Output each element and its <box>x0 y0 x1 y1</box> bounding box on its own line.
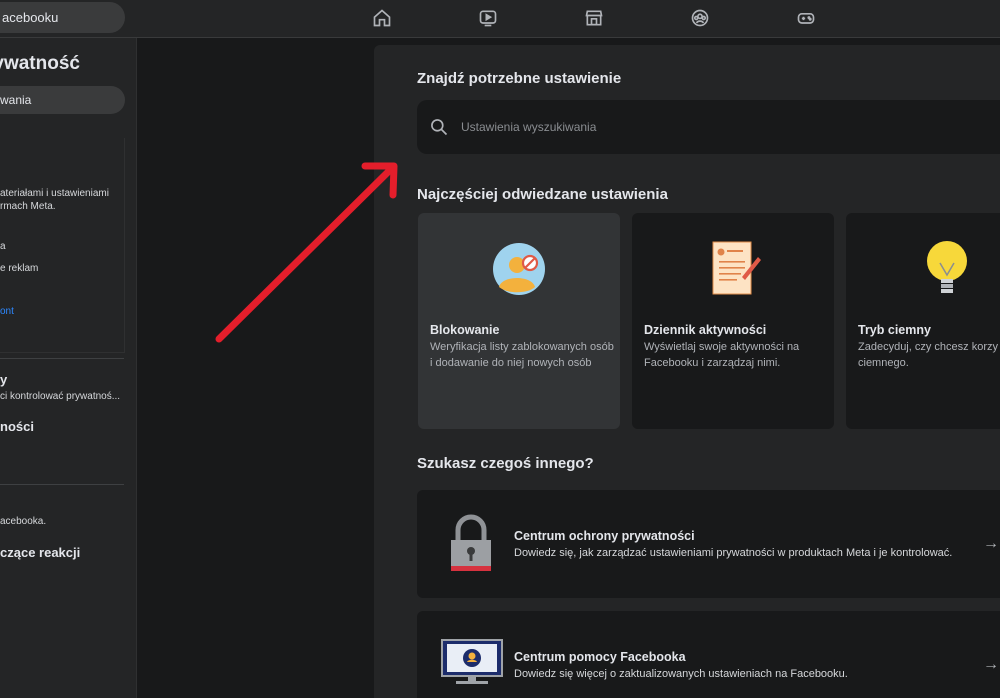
card-description: Weryfikacja listy zablokowanych osób i d… <box>430 341 614 369</box>
groups-icon[interactable] <box>688 6 712 30</box>
sidebar-card-text: e reklam <box>0 263 39 274</box>
settings-sidebar: rywatność wania ateriałami i ustawieniam… <box>0 38 137 698</box>
card-description: Wyświetlaj swoje aktywności na Facebooku… <box>644 341 800 369</box>
card-title: Dziennik aktywności <box>644 323 767 337</box>
card-activity-log[interactable]: Dziennik aktywności Wyświetlaj swoje akt… <box>632 213 834 429</box>
arrow-right-icon: → <box>983 656 999 673</box>
sidebar-card-text: a <box>0 241 6 252</box>
sidebar-title: rywatność <box>0 53 80 74</box>
facebook-search-input[interactable]: acebooku <box>0 2 125 33</box>
top-navigation-bar: acebooku <box>0 0 1000 38</box>
settings-search-field[interactable]: Ustawienia wyszukiwania <box>417 100 1000 154</box>
sidebar-divider <box>0 484 124 485</box>
padlock-icon <box>451 514 491 571</box>
sidebar-search-input[interactable]: wania <box>0 86 125 114</box>
lightbulb-icon <box>927 241 967 293</box>
help-center-row[interactable]: Centrum pomocy Facebooka Dowiedz się wię… <box>417 611 1000 698</box>
row-description: Dowiedz się więcej o zaktualizowanych us… <box>514 668 848 680</box>
sidebar-section-title[interactable]: ności <box>0 419 34 434</box>
sidebar-divider <box>0 358 124 359</box>
card-description: Zadecyduj, czy chcesz korzy trybu ciemne… <box>858 341 1000 369</box>
arrow-right-icon: → <box>983 535 999 552</box>
activity-log-icon <box>712 241 761 295</box>
row-title: Centrum pomocy Facebooka <box>514 650 686 664</box>
gaming-icon[interactable] <box>794 6 818 30</box>
sidebar-section-subtitle: ci kontrolować prywatnoś... <box>0 391 121 402</box>
sidebar-card-text: rmach Meta. <box>0 201 56 212</box>
home-icon[interactable] <box>370 6 394 30</box>
search-placeholder: Ustawienia wyszukiwania <box>461 120 597 134</box>
blocking-icon <box>493 243 545 295</box>
sidebar-card-text: ateriałami i ustawieniami <box>0 188 109 199</box>
sidebar-section-title[interactable]: y <box>0 372 7 387</box>
looking-for-something-else-heading: Szukasz czegoś innego? <box>417 455 594 472</box>
sidebar-section-subtitle: acebooka. <box>0 516 47 527</box>
monitor-icon <box>441 639 503 684</box>
card-title: Tryb ciemny <box>858 323 931 337</box>
privacy-center-row[interactable]: Centrum ochrony prywatności Dowiedz się,… <box>417 490 1000 598</box>
card-dark-mode[interactable]: Tryb ciemny Zadecyduj, czy chcesz korzy … <box>846 213 1000 429</box>
content-gutter <box>137 38 374 698</box>
card-title: Blokowanie <box>430 323 500 337</box>
sidebar-info-card: ateriałami i ustawieniami rmach Meta. a … <box>0 138 125 353</box>
row-description: Dowiedz się, jak zarządzać ustawieniami … <box>514 547 953 559</box>
marketplace-icon[interactable] <box>582 6 606 30</box>
sidebar-section-title[interactable]: czące reakcji <box>0 545 80 560</box>
row-title: Centrum ochrony prywatności <box>514 529 695 543</box>
card-blocking[interactable]: Blokowanie Weryfikacja listy zablokowany… <box>418 213 620 429</box>
search-icon <box>431 119 448 136</box>
watch-icon[interactable] <box>476 6 500 30</box>
find-setting-heading: Znajdź potrzebne ustawienie <box>417 70 622 87</box>
sidebar-card-link[interactable]: ont <box>0 306 14 317</box>
frequent-settings-heading: Najczęściej odwiedzane ustawienia <box>417 186 668 203</box>
